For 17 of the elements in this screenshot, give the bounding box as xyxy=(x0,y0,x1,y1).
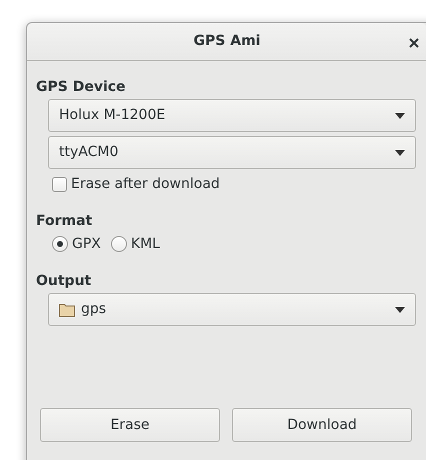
erase-after-download-checkbox[interactable]: Erase after download xyxy=(48,173,426,195)
dialog-button[interactable]: Download xyxy=(232,408,412,442)
window-title: GPS Ami xyxy=(194,32,260,51)
format-radio[interactable]: GPX xyxy=(52,234,101,254)
dropdown-arrow-icon xyxy=(395,150,405,156)
dropdown[interactable]: ttyACM0 xyxy=(48,136,416,169)
close-icon[interactable] xyxy=(409,38,419,48)
format-radio[interactable]: KML xyxy=(110,234,160,254)
folder-icon xyxy=(59,302,75,316)
dropdown-arrow-icon xyxy=(395,306,405,312)
dropdown[interactable]: gps xyxy=(48,293,416,326)
section-label: GPS Device xyxy=(36,78,127,96)
section-label: Output xyxy=(36,272,92,290)
section-label: Format xyxy=(36,212,94,230)
dropdown-arrow-icon xyxy=(395,112,405,118)
dialog-button[interactable]: Erase xyxy=(40,408,220,442)
dropdown[interactable]: Holux M-1200E xyxy=(48,99,416,132)
